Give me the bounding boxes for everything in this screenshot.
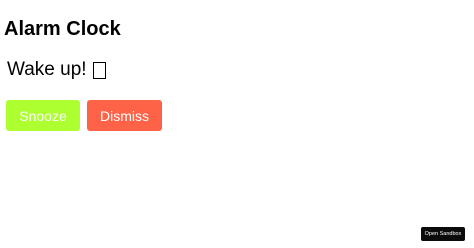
alarm-clock-app: Alarm Clock Wake up! Snooze Dismiss Open… [0,0,474,248]
alarm-message-text: Wake up! [7,59,87,80]
dismiss-button[interactable]: Dismiss [87,100,162,131]
missing-glyph-icon [92,61,106,79]
snooze-button[interactable]: Snooze [6,100,80,131]
page-title: Alarm Clock [4,18,121,40]
alarm-actions: Snooze Dismiss [6,100,162,131]
open-sandbox-button[interactable]: Open Sandbox [421,227,465,241]
alarm-message: Wake up! [7,58,106,82]
